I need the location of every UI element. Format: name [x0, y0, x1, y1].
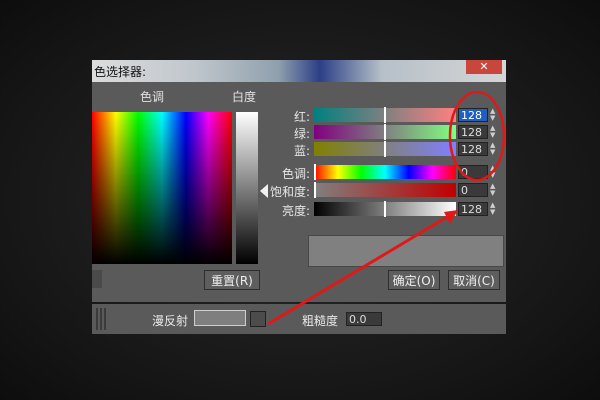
highlight-ellipse	[448, 90, 506, 182]
annotation-arrow-line	[267, 212, 453, 326]
annotation-overlay	[267, 90, 506, 326]
